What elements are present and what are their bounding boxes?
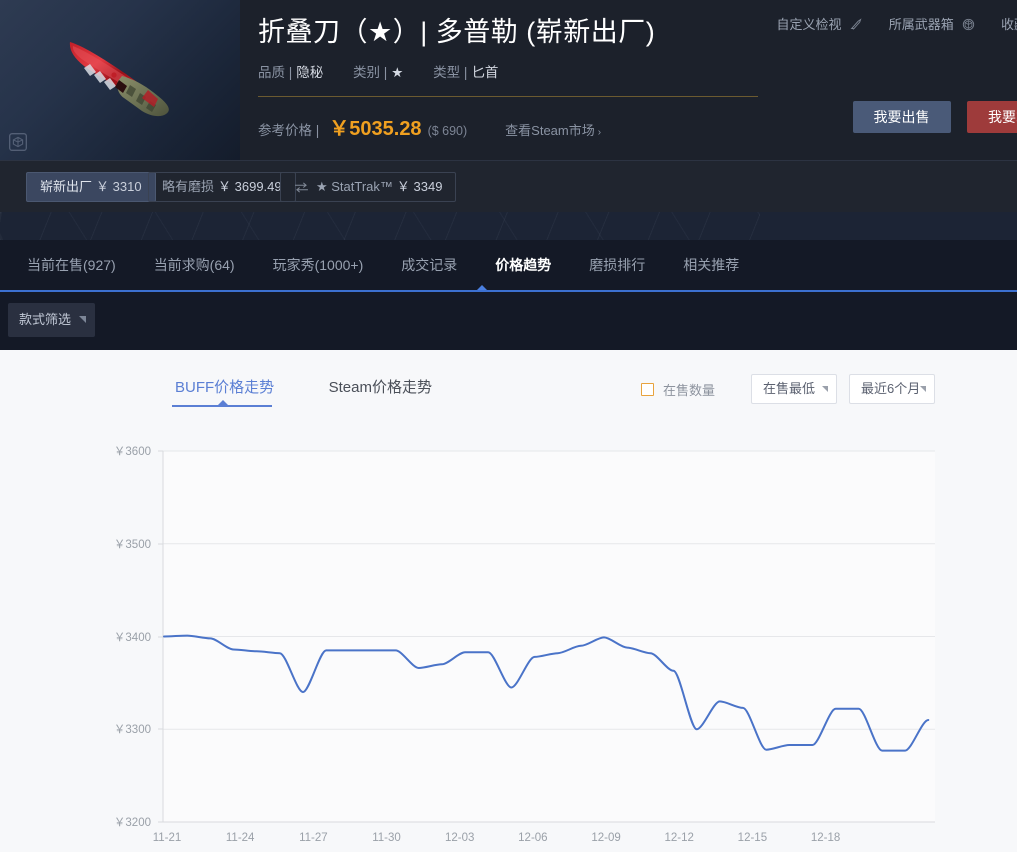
- knife-image: [69, 42, 169, 117]
- header-link-inspect-label: 自定义检视: [776, 17, 842, 32]
- header-link-case-label: 所属武器箱: [888, 17, 954, 32]
- filter-row: 款式筛选: [0, 292, 1017, 350]
- steam-market-link[interactable]: 查看Steam市场 ›: [505, 120, 601, 139]
- tab-player-showcase[interactable]: 玩家秀(1000+): [254, 240, 383, 290]
- header-link-favorite-label: 收藏: [1000, 17, 1017, 32]
- item-header: 折叠刀（★）| 多普勒 (崭新出厂) 品质 | 隐秘 类别 | ★ 类型 | 匕首 参…: [0, 0, 1017, 350]
- cube-icon: [9, 133, 27, 151]
- section-nav: 当前在售(927) 当前求购(64) 玩家秀(1000+) 成交记录 价格趋势 磨损排行相…: [0, 240, 1017, 292]
- wear-tab-stattrak[interactable]: ★ StatTrak™ ￥ 3349: [280, 172, 457, 202]
- reference-price-label: 参考价格 |: [258, 123, 320, 138]
- style-filter-label: 款式筛选: [19, 312, 72, 327]
- wear-tab-factory-new[interactable]: 崭新出厂 ￥ 3310: [26, 172, 156, 202]
- header-link-case[interactable]: 所属武器箱: [889, 17, 979, 32]
- section-nav-list: 当前在售(927) 当前求购(64) 玩家秀(1000+) 成交记录 价格趋势 磨损排行相…: [0, 240, 758, 290]
- attribute-quality-key: 品质 |: [258, 65, 293, 80]
- steam-market-link-label: 查看Steam市场: [505, 123, 595, 138]
- header-top: 折叠刀（★）| 多普勒 (崭新出厂) 品质 | 隐秘 类别 | ★ 类型 | 匕首 参…: [0, 0, 1017, 160]
- attribute-quality: 品质 | 隐秘: [258, 65, 323, 80]
- wear-tab-strip: 崭新出厂 ￥ 3310 略有磨损 ￥ 3699.49 ★ StatTrak™ ￥ 33…: [0, 160, 1017, 212]
- tab-price-trend[interactable]: 价格趋势: [476, 240, 570, 290]
- style-filter-select[interactable]: 款式筛选: [8, 303, 95, 337]
- attribute-category-key: 类别 |: [353, 65, 388, 80]
- wear-tab-factory-new-label: 崭新出厂: [40, 179, 93, 194]
- header-links: 自定义检视 所属武器箱 收藏: [754, 14, 1017, 33]
- header-link-favorite[interactable]: 收藏: [1001, 17, 1017, 32]
- buy-button[interactable]: 我要求购: [967, 101, 1017, 133]
- item-title-block: 折叠刀（★）| 多普勒 (崭新出厂) 品质 | 隐秘 类别 | ★ 类型 | 匕首 参…: [258, 14, 858, 141]
- attribute-type-value: 匕首: [471, 65, 499, 80]
- item-attributes: 品质 | 隐秘 类别 | ★ 类型 | 匕首: [258, 61, 858, 81]
- case-icon: [963, 18, 975, 31]
- decorative-band: [0, 212, 1017, 240]
- tab-wear-ranking[interactable]: 磨损排行: [570, 240, 664, 290]
- wear-tab-minimal-wear-price: ￥ 3699.49: [218, 179, 282, 194]
- attribute-category: 类别 | ★: [353, 65, 403, 80]
- tab-on-sale[interactable]: 当前在售(927): [8, 240, 135, 290]
- chevron-right-icon: ›: [597, 127, 602, 138]
- attribute-type: 类型 | 匕首: [433, 65, 498, 80]
- reference-price-usd: ($ 690): [427, 124, 468, 138]
- wear-tab-stattrak-label: ★ StatTrak™: [316, 179, 393, 194]
- attribute-category-value: ★: [391, 65, 404, 80]
- sell-button[interactable]: 我要出售: [852, 101, 951, 133]
- price-trend-chart[interactable]: [0, 350, 1017, 852]
- knife-icon: [850, 18, 862, 30]
- tab-buy-orders[interactable]: 当前求购(64): [135, 240, 254, 290]
- tab-related[interactable]: 相关推荐: [664, 240, 758, 290]
- item-image-preview[interactable]: [0, 0, 240, 160]
- attribute-quality-value: 隐秘: [296, 65, 324, 80]
- title-divider: [258, 96, 758, 97]
- price-trend-panel: BUFF价格走势 Steam价格走势 在售数量 在售最低 最近6个月 ￥3200…: [0, 350, 1017, 852]
- reference-price-value: ￥5035.28: [329, 118, 422, 140]
- reference-price-row: 参考价格 | ￥5035.28 ($ 690) 查看Steam市场 ›: [258, 112, 858, 141]
- wear-tab-minimal-wear-label: 略有磨损: [162, 179, 215, 194]
- wear-tab-minimal-wear[interactable]: 略有磨损 ￥ 3699.49: [148, 172, 296, 202]
- wear-tab-factory-new-price: ￥ 3310: [96, 179, 142, 194]
- header-action-buttons: 我要出售 我要求购: [841, 101, 1017, 133]
- tab-trade-records[interactable]: 成交记录: [382, 240, 476, 290]
- swap-icon: [295, 182, 308, 193]
- header-link-inspect[interactable]: 自定义检视: [776, 17, 866, 32]
- attribute-type-key: 类型 |: [433, 65, 468, 80]
- wear-tab-stattrak-price: ￥ 3349: [396, 179, 443, 194]
- chevron-down-icon: [79, 316, 86, 323]
